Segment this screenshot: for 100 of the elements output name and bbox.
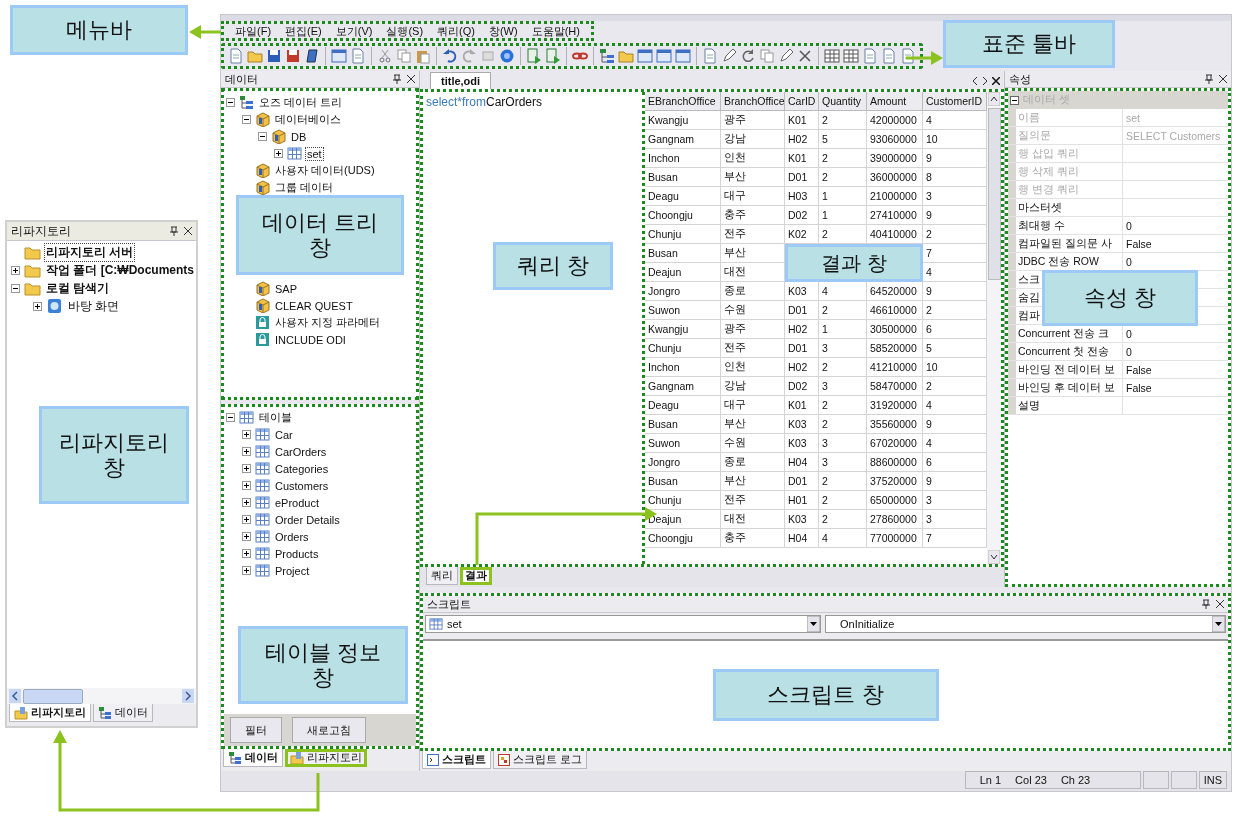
- expand-icon[interactable]: [33, 301, 42, 311]
- expand-icon[interactable]: [242, 566, 251, 575]
- window-icon[interactable]: [331, 48, 347, 64]
- cross-icon[interactable]: [797, 48, 813, 64]
- expand-icon[interactable]: [242, 481, 251, 490]
- header-cell[interactable]: Quantity: [819, 92, 867, 111]
- property-value[interactable]: False: [1126, 237, 1152, 250]
- document-icon[interactable]: [881, 48, 897, 64]
- tree-item[interactable]: 데이터베이스: [273, 111, 343, 128]
- tree-icon[interactable]: [599, 48, 615, 64]
- document-icon[interactable]: [702, 48, 718, 64]
- tree-item[interactable]: Products: [273, 546, 321, 561]
- scroll-right-icon[interactable]: [182, 689, 194, 703]
- menu-item[interactable]: 창(W): [481, 23, 525, 39]
- menu-item[interactable]: 편집(E): [278, 23, 329, 39]
- tree-item[interactable]: Categories: [273, 461, 331, 476]
- view-tab[interactable]: 결과: [460, 567, 492, 585]
- expand-icon[interactable]: [242, 515, 251, 524]
- panel-tab[interactable]: 스크립트: [422, 751, 491, 769]
- floppy-icon[interactable]: [285, 48, 301, 64]
- tree-item[interactable]: Customers: [273, 478, 331, 493]
- tree-item[interactable]: 리파지토리 서버: [44, 242, 136, 262]
- tree-item[interactable]: DB: [289, 129, 309, 144]
- panel-tab[interactable]: 데이터: [223, 749, 283, 767]
- menu-item[interactable]: 도움말(H): [524, 23, 587, 39]
- expand-icon[interactable]: [242, 464, 251, 473]
- run-icon[interactable]: [545, 48, 561, 64]
- tree-item[interactable]: Order Details: [273, 512, 342, 527]
- expand-icon[interactable]: [242, 447, 251, 456]
- view-tab[interactable]: 쿼리: [426, 567, 458, 585]
- scrollbar[interactable]: [987, 92, 1001, 564]
- property-value[interactable]: False: [1126, 381, 1152, 394]
- pencil-icon[interactable]: [778, 48, 794, 64]
- panel-tab[interactable]: 스크립트 로그: [493, 751, 588, 769]
- help-icon[interactable]: [499, 48, 515, 64]
- close-icon[interactable]: [407, 75, 415, 83]
- next-icon[interactable]: [982, 77, 988, 85]
- document-tab[interactable]: title,odi: [430, 72, 492, 89]
- scroll-down-icon[interactable]: [988, 550, 1000, 564]
- tree-item[interactable]: 그룹 데이터: [273, 179, 336, 196]
- expand-icon[interactable]: [274, 149, 283, 158]
- tree-item[interactable]: 작업 폴더 [C:₩Documents: [44, 260, 196, 280]
- refresh-icon[interactable]: [740, 48, 756, 64]
- tree-item[interactable]: Car: [273, 427, 295, 442]
- collapse-icon[interactable]: [226, 413, 235, 422]
- scroll-up-icon[interactable]: [988, 92, 1000, 106]
- pin-icon[interactable]: [1205, 74, 1213, 84]
- dropdown-arrow-icon[interactable]: [1212, 616, 1225, 632]
- script-editor[interactable]: 스크립트 창: [423, 639, 1228, 748]
- expand-icon[interactable]: [242, 532, 251, 541]
- header-cell[interactable]: EBranchOffice: [645, 92, 721, 111]
- collapse-icon[interactable]: [242, 115, 251, 124]
- property-value[interactable]: False: [1126, 363, 1152, 376]
- tree-item[interactable]: eProduct: [273, 495, 322, 510]
- close-icon[interactable]: [992, 77, 1000, 85]
- tree-item[interactable]: CarOrders: [273, 444, 329, 459]
- tree-item[interactable]: 테이블: [257, 409, 294, 426]
- header-cell[interactable]: CustomerID: [923, 92, 987, 111]
- document-icon[interactable]: [862, 48, 878, 64]
- property-value[interactable]: 0: [1126, 345, 1132, 358]
- document-icon[interactable]: [350, 48, 366, 64]
- pencil-icon[interactable]: [721, 48, 737, 64]
- collapse-icon[interactable]: [1010, 95, 1019, 105]
- tree-item[interactable]: 바탕 화면: [66, 296, 122, 316]
- collapse-icon[interactable]: [11, 283, 20, 293]
- header-cell[interactable]: Amount: [867, 92, 923, 111]
- tree-item[interactable]: INCLUDE ODI: [273, 332, 348, 347]
- tree-item[interactable]: set: [305, 146, 324, 161]
- query-editor[interactable]: select*fromCarOrders 쿼리 창: [423, 92, 642, 564]
- property-value[interactable]: 0: [1126, 219, 1132, 232]
- menu-item[interactable]: 보기(V): [328, 23, 380, 39]
- tree-item[interactable]: SAP: [273, 281, 299, 296]
- previous-icon[interactable]: [972, 77, 978, 85]
- panel-tab[interactable]: 리파지토리: [285, 749, 367, 767]
- clipboard-icon[interactable]: [415, 48, 431, 64]
- header-cell[interactable]: BranchOffice: [721, 92, 785, 111]
- tree-item[interactable]: Project: [273, 563, 312, 578]
- expand-icon[interactable]: [242, 430, 251, 439]
- panel-tab[interactable]: 데이터: [93, 704, 153, 722]
- expand-icon[interactable]: [242, 549, 251, 558]
- panel-button[interactable]: 필터: [230, 717, 282, 743]
- document-icon[interactable]: [900, 48, 916, 64]
- panel-tab[interactable]: 리파지토리: [9, 704, 91, 722]
- tree-item[interactable]: 사용자 데이터(UDS): [273, 162, 377, 179]
- tree-item[interactable]: 오즈 데이터 트리: [257, 94, 345, 111]
- window-icon[interactable]: [637, 48, 653, 64]
- expand-icon[interactable]: [242, 498, 251, 507]
- tree-item[interactable]: Orders: [273, 529, 311, 544]
- book-icon[interactable]: [304, 48, 320, 64]
- tree-item[interactable]: 로컬 탐색기: [44, 278, 112, 298]
- table-icon[interactable]: [824, 48, 840, 64]
- property-value[interactable]: 0: [1126, 327, 1132, 340]
- tree-item[interactable]: 사용자 지정 파라메터: [273, 314, 383, 331]
- tree-item[interactable]: CLEAR QUEST: [273, 298, 355, 313]
- panel-button[interactable]: 새로고침: [292, 717, 366, 743]
- floppy-icon[interactable]: [266, 48, 282, 64]
- close-icon[interactable]: [1219, 75, 1227, 83]
- table-icon[interactable]: [843, 48, 859, 64]
- pin-icon[interactable]: [393, 74, 401, 84]
- expand-icon[interactable]: [11, 265, 20, 275]
